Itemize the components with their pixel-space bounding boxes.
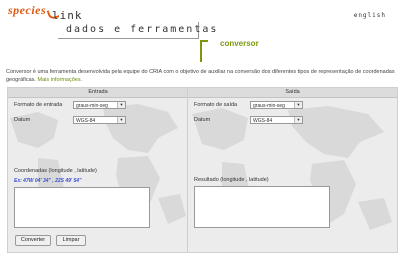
convert-button[interactable]: Converter (15, 235, 51, 246)
output-panel-heading: Saída (188, 88, 397, 98)
output-datum-label: Datum (194, 117, 211, 123)
coordinates-example: Ex: 47W 04' 34" , 22S 49' 54" (14, 178, 82, 184)
intro-text: Conversor é uma ferramenta desenvolvida … (6, 69, 396, 84)
english-language-link[interactable]: english (354, 12, 386, 19)
result-label: Resultado (longitude , latitude) (194, 177, 269, 183)
input-format-value: graus-min-seg (76, 103, 108, 109)
input-datum-label: Datum (14, 117, 31, 123)
coordinates-input[interactable] (14, 187, 150, 228)
logo-species-text: species (8, 3, 47, 17)
dropdown-arrow-icon: ▼ (294, 102, 302, 108)
logo-link-text: link (52, 9, 83, 22)
output-datum-value: WGS-84 (253, 118, 273, 124)
more-info-link[interactable]: Mais informações. (38, 77, 83, 83)
output-format-value: graus-min-seg (253, 103, 285, 109)
output-datum-select[interactable]: WGS-84 ▼ (250, 116, 303, 124)
title-bracket-icon (200, 40, 208, 62)
input-panel-heading: Entrada (8, 88, 188, 98)
dropdown-arrow-icon: ▼ (117, 102, 125, 108)
input-datum-select[interactable]: WGS-84 ▼ (73, 116, 126, 124)
output-panel: Saída Formato de saída graus-min-seg ▼ D… (187, 87, 398, 253)
clear-button[interactable]: Limpar (56, 235, 86, 246)
page-title: conversor (220, 39, 259, 48)
input-format-label: Formato de entrada (14, 102, 63, 108)
output-format-label: Formato de saída (194, 102, 238, 108)
dropdown-arrow-icon: ▼ (294, 117, 302, 123)
input-datum-value: WGS-84 (76, 118, 96, 124)
tagline: dados e ferramentas (66, 24, 219, 35)
input-format-select[interactable]: graus-min-seg ▼ (73, 101, 126, 109)
output-format-select[interactable]: graus-min-seg ▼ (250, 101, 303, 109)
coordinates-label: Coordenadas (longitude , latitude) (14, 168, 97, 174)
result-output[interactable] (194, 186, 330, 228)
input-panel: Entrada Formato de entrada graus-min-seg… (7, 87, 189, 253)
dropdown-arrow-icon: ▼ (117, 117, 125, 123)
